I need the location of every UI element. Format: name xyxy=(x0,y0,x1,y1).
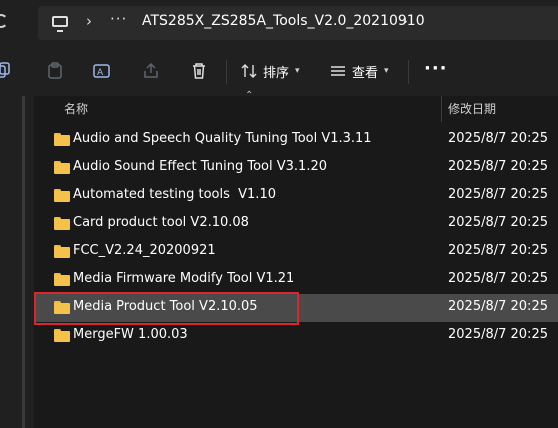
more-options-button[interactable]: ··· xyxy=(424,58,448,79)
file-date-modified: 2025/8/7 20:25 xyxy=(448,215,548,230)
file-date-modified: 2025/8/7 20:25 xyxy=(448,187,548,202)
address-bar-area: › ··· ATS285X_ZS285A_Tools_V2.0_20210910… xyxy=(0,0,558,46)
file-name: Automated testing tools V1.10 xyxy=(73,187,276,202)
file-date-modified: 2025/8/7 20:25 xyxy=(448,271,548,286)
folder-icon xyxy=(54,329,70,342)
table-row[interactable]: Automated testing tools V1.10 2025/8/7 2… xyxy=(34,182,558,210)
share-icon[interactable] xyxy=(142,62,160,80)
file-name: MergeFW 1.00.03 xyxy=(73,327,188,342)
breadcrumb-chevron-icon[interactable]: › xyxy=(86,12,92,30)
folder-icon xyxy=(54,161,70,174)
folder-icon xyxy=(54,133,70,146)
table-row[interactable]: Card product tool V2.10.08 2025/8/7 20:2… xyxy=(34,210,558,238)
file-date-modified: 2025/8/7 20:25 xyxy=(448,159,548,174)
column-header-date-modified[interactable]: 修改日期 xyxy=(448,100,496,117)
chevron-down-icon: ▾ xyxy=(295,66,300,76)
svg-text:A: A xyxy=(97,68,104,78)
navigation-pane xyxy=(0,96,34,428)
navigation-pane-scrollbar[interactable] xyxy=(22,96,25,428)
view-label: 查看 xyxy=(352,65,379,81)
sort-icon xyxy=(241,64,257,78)
this-pc-icon[interactable] xyxy=(52,16,68,32)
file-name: FCC_V2.24_20200921 xyxy=(73,243,216,258)
file-date-modified: 2025/8/7 20:25 xyxy=(448,131,548,146)
breadcrumb-chevron-icon[interactable]: › xyxy=(402,12,408,30)
rename-icon[interactable]: A xyxy=(93,62,111,80)
column-header-name[interactable]: 名称 xyxy=(64,100,88,117)
folder-icon xyxy=(54,189,70,202)
toolbar-divider xyxy=(408,60,409,84)
file-name: Audio Sound Effect Tuning Tool V3.1.20 xyxy=(73,159,328,174)
table-row[interactable]: Audio and Speech Quality Tuning Tool V1.… xyxy=(34,126,558,154)
view-icon xyxy=(331,66,345,76)
table-row[interactable]: FCC_V2.24_20200921 2025/8/7 20:25 xyxy=(34,238,558,266)
command-bar: A 排序 ▾ 查看 ▾ ··· xyxy=(0,46,558,97)
file-name: Media Firmware Modify Tool V1.21 xyxy=(73,271,295,286)
folder-icon xyxy=(54,273,70,286)
paste-icon[interactable] xyxy=(46,62,64,80)
table-row[interactable]: MergeFW 1.00.03 2025/8/7 20:25 xyxy=(34,322,558,350)
file-date-modified: 2025/8/7 20:25 xyxy=(448,327,548,342)
breadcrumb-more-button[interactable]: ··· xyxy=(110,10,127,28)
column-divider[interactable] xyxy=(441,96,442,122)
folder-icon xyxy=(54,245,70,258)
delete-icon[interactable] xyxy=(190,62,208,80)
breadcrumb-current-folder[interactable]: ATS285X_ZS285A_Tools_V2.0_20210910 xyxy=(142,13,425,29)
copy-icon[interactable] xyxy=(0,62,12,80)
sort-button[interactable]: 排序 ▾ xyxy=(241,58,300,84)
sort-label: 排序 xyxy=(263,65,290,81)
folder-icon xyxy=(54,217,70,230)
sort-ascending-caret-icon: ⌃ xyxy=(245,90,254,101)
address-field[interactable]: › ··· ATS285X_ZS285A_Tools_V2.0_20210910… xyxy=(38,6,558,40)
toolbar-divider xyxy=(226,60,227,84)
file-name: Card product tool V2.10.08 xyxy=(73,215,249,230)
view-button[interactable]: 查看 ▾ xyxy=(330,58,389,84)
table-row[interactable]: Audio Sound Effect Tuning Tool V3.1.20 2… xyxy=(34,154,558,182)
refresh-icon[interactable] xyxy=(0,14,8,28)
file-date-modified: 2025/8/7 20:25 xyxy=(448,299,548,314)
table-row[interactable]: Media Firmware Modify Tool V1.21 2025/8/… xyxy=(34,266,558,294)
file-name: Audio and Speech Quality Tuning Tool V1.… xyxy=(73,131,372,146)
chevron-down-icon: ▾ xyxy=(384,66,389,76)
highlight-box xyxy=(34,292,299,325)
file-date-modified: 2025/8/7 20:25 xyxy=(448,243,548,258)
